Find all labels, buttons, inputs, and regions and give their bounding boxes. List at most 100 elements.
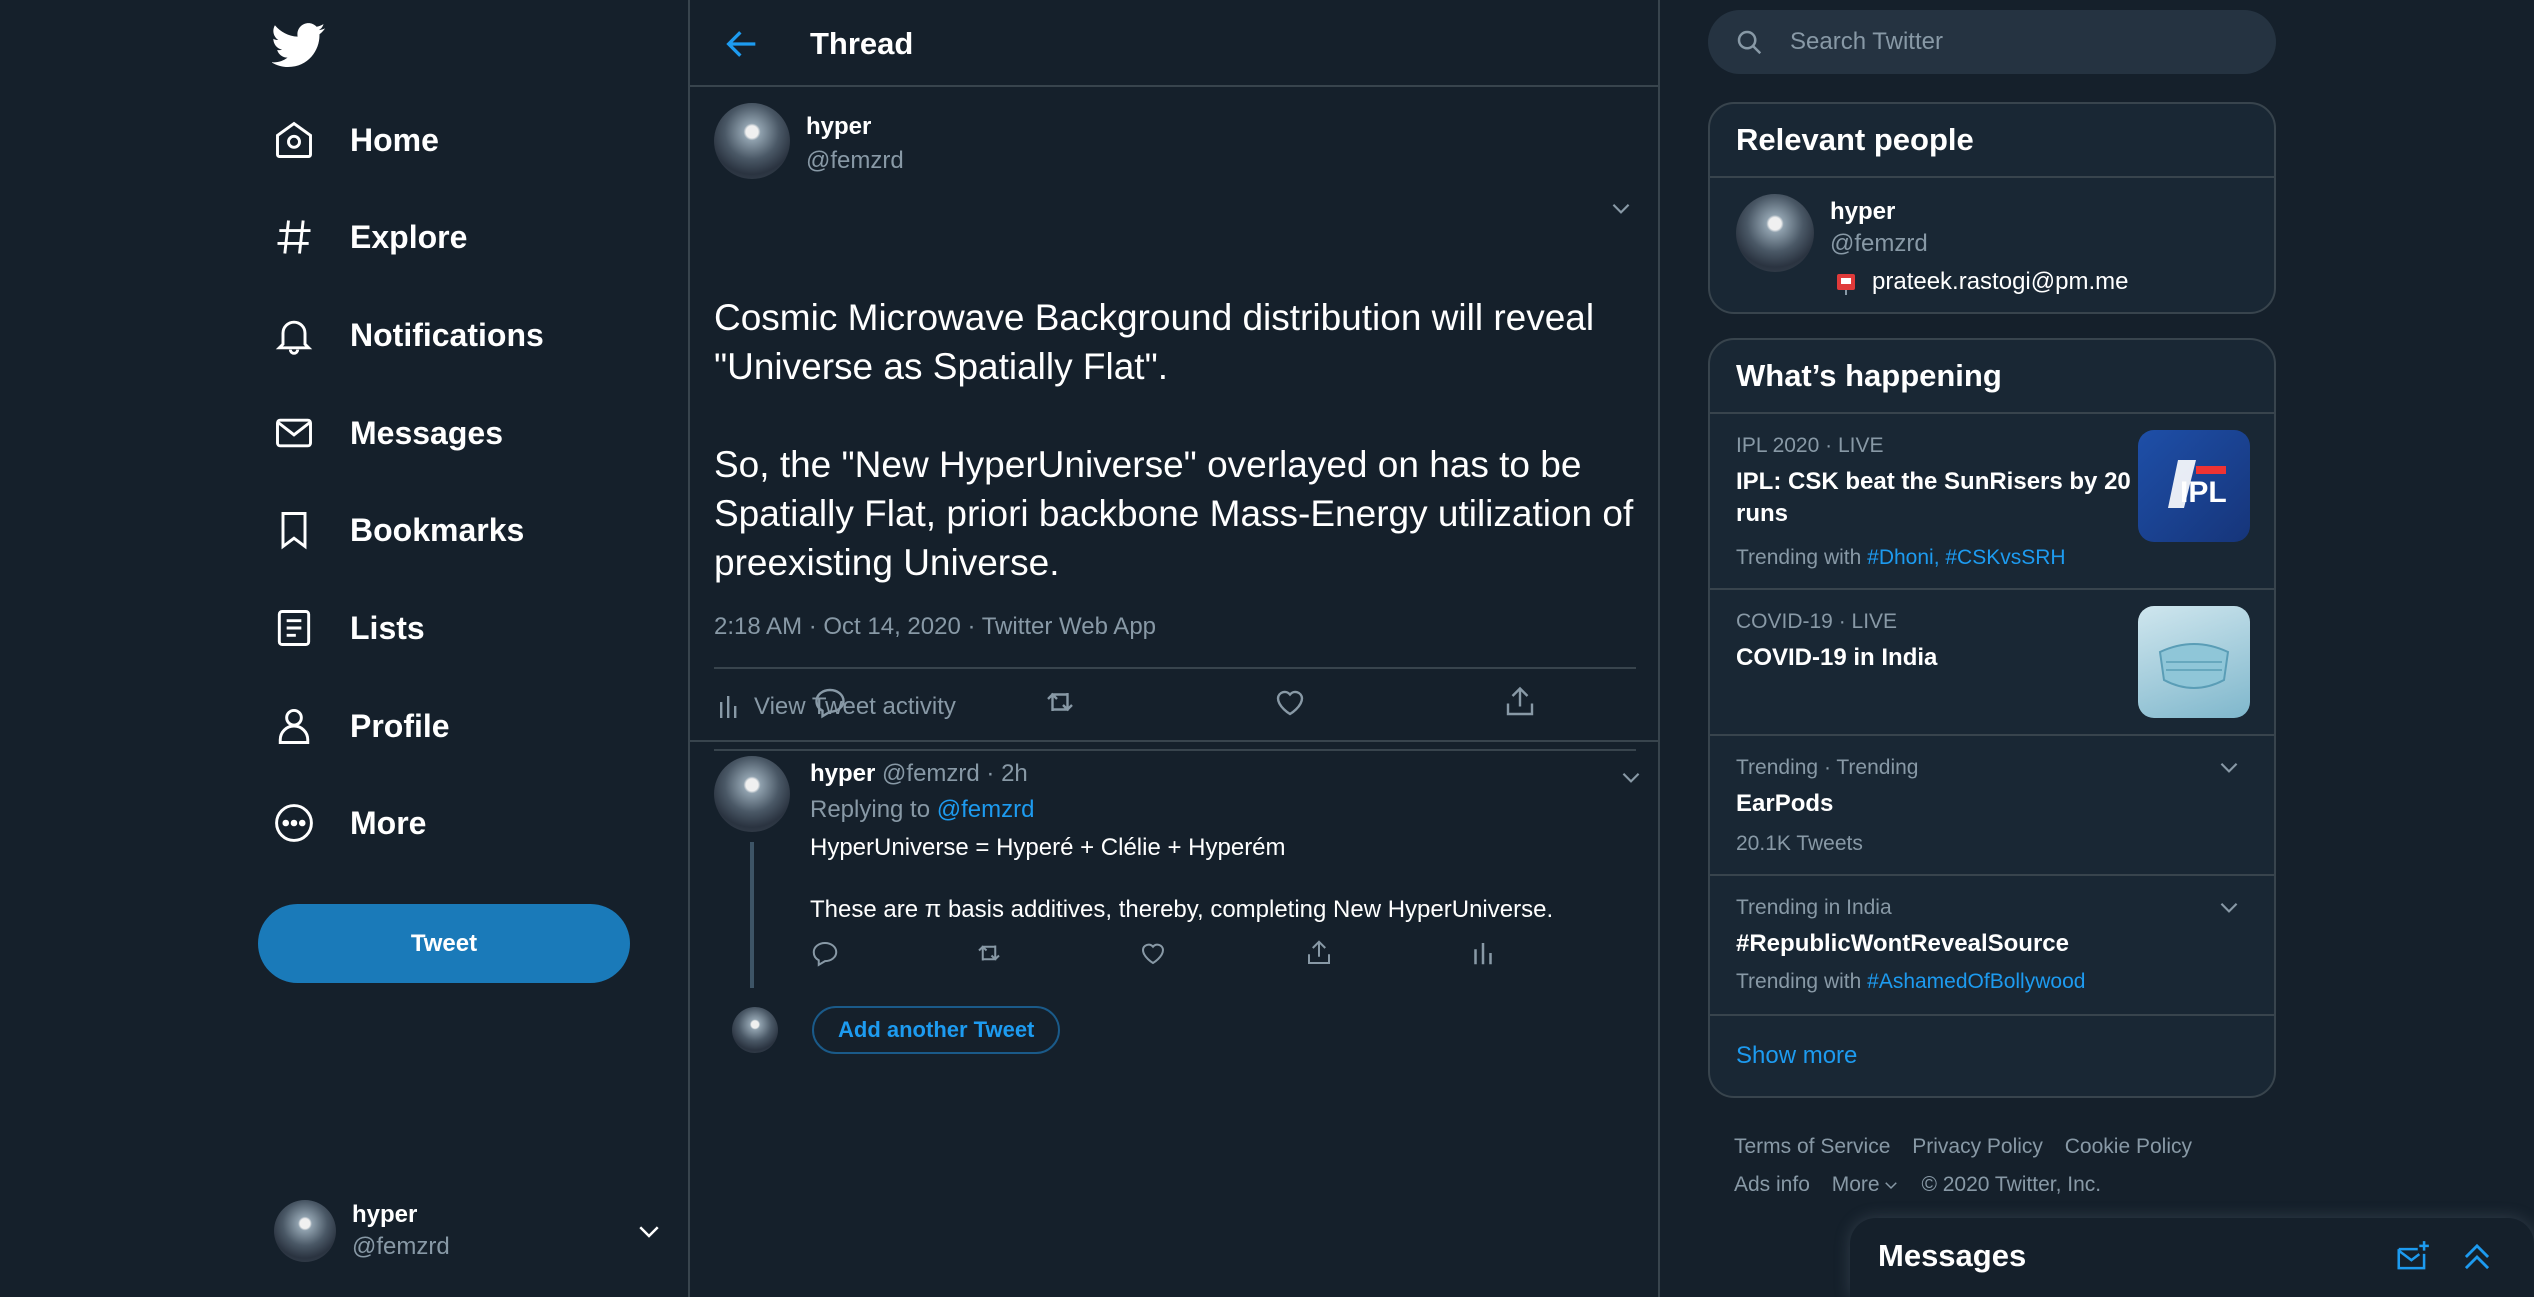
twitter-bird-logo-icon[interactable]	[272, 18, 326, 72]
nav-notifications[interactable]: Notifications	[272, 300, 544, 370]
trend-hashtags[interactable]: #Dhoni, #CSKvsSRH	[1867, 546, 2065, 569]
envelope-icon	[272, 411, 316, 455]
nav-home-label: Home	[350, 121, 439, 158]
avatar[interactable]	[714, 103, 790, 179]
avatar	[732, 1007, 778, 1053]
search-icon	[1734, 27, 1764, 57]
trend-title: COVID-19 in India	[1736, 644, 1938, 671]
reply-handle-time: @femzrd · 2h	[882, 760, 1028, 787]
chevron-down-icon[interactable]	[2216, 894, 2242, 920]
thread-connector-line	[750, 842, 754, 988]
nav-bookmarks-label: Bookmarks	[350, 511, 525, 548]
nav-profile[interactable]: Profile	[272, 691, 450, 761]
copyright: © 2020 Twitter, Inc.	[1921, 1173, 2102, 1196]
add-another-tweet-row: Add another Tweet	[732, 1006, 1061, 1054]
avatar[interactable]	[1736, 194, 1814, 272]
trend-subtitle: Trending with #AshamedOfBollywood	[1736, 970, 2085, 994]
add-another-tweet-button[interactable]: Add another Tweet	[812, 1006, 1061, 1054]
account-name: hyper	[352, 1201, 418, 1228]
reply-header: hyper @femzrd · 2h	[810, 760, 1028, 788]
svg-text:IPL: IPL	[2180, 476, 2227, 509]
trend-meta: IPL 2020 · LIVE	[1736, 434, 1884, 457]
tweet-author[interactable]: hyper @femzrd	[714, 103, 904, 179]
face-mask-thumbnail	[2138, 606, 2250, 718]
nav-bookmarks[interactable]: Bookmarks	[272, 495, 524, 565]
retweet-icon[interactable]	[1042, 684, 1078, 720]
trend-title: IPL: CSK beat the SunRisers by 20 runs	[1736, 468, 2131, 527]
retweet-icon[interactable]	[974, 938, 1004, 968]
trend-item[interactable]: Trending · Trending EarPods 20.1K Tweets	[1710, 736, 2274, 876]
terms-link[interactable]: Terms of Service	[1734, 1135, 1890, 1158]
back-arrow-icon[interactable]	[722, 24, 762, 64]
list-icon	[272, 606, 316, 650]
chevron-down-icon[interactable]	[1618, 764, 1644, 790]
trend-meta: COVID-19 · LIVE	[1736, 610, 1898, 633]
account-switcher[interactable]: hyper @femzrd	[274, 1196, 664, 1266]
author-name[interactable]: hyper	[806, 113, 904, 141]
chevron-up-icon[interactable]	[2458, 1238, 2496, 1276]
nav-more-label: More	[350, 804, 427, 841]
reply-actions	[810, 938, 1550, 972]
replying-to: Replying to @femzrd	[810, 796, 1034, 824]
nav-more[interactable]: More	[272, 788, 426, 858]
hashtag-icon	[272, 215, 316, 259]
like-icon[interactable]	[1138, 938, 1168, 968]
footer-links: Terms of Service Privacy Policy Cookie P…	[1734, 1128, 2294, 1204]
relevant-person-handle[interactable]: @femzrd	[1830, 230, 1928, 258]
nav-lists-label: Lists	[350, 609, 425, 646]
nav-profile-label: Profile	[350, 707, 450, 744]
whats-happening-title: What’s happening	[1710, 340, 2274, 414]
nav-messages-label: Messages	[350, 414, 503, 451]
more-link[interactable]: More	[1832, 1173, 1880, 1196]
search-input[interactable]: Search Twitter	[1790, 28, 1943, 56]
share-icon[interactable]	[1502, 684, 1538, 720]
trend-subtitle: 20.1K Tweets	[1736, 832, 1863, 855]
trend-sub-prefix: Trending with	[1736, 546, 1862, 569]
trend-hashtags[interactable]: #AshamedOfBollywood	[1867, 970, 2085, 993]
analytics-icon[interactable]	[1468, 938, 1498, 968]
reply-icon[interactable]	[810, 938, 840, 968]
relevant-people-title: Relevant people	[1710, 104, 2274, 178]
replying-to-prefix: Replying to	[810, 796, 931, 823]
relevant-person-name[interactable]: hyper	[1830, 198, 1895, 226]
person-icon	[272, 704, 316, 748]
divider	[714, 749, 1636, 751]
trend-item[interactable]: IPL 2020 · LIVE IPL: CSK beat the SunRis…	[1710, 414, 2274, 590]
search-bar[interactable]: Search Twitter	[1708, 10, 2276, 74]
avatar	[274, 1200, 336, 1262]
privacy-link[interactable]: Privacy Policy	[1912, 1135, 2043, 1158]
trend-item[interactable]: COVID-19 · LIVE COVID-19 in India	[1710, 590, 2274, 736]
messages-drawer-title[interactable]: Messages	[1878, 1238, 2026, 1274]
nav-home[interactable]: Home	[272, 105, 439, 175]
cookie-link[interactable]: Cookie Policy	[2065, 1135, 2192, 1158]
messages-drawer[interactable]: Messages	[1850, 1218, 2534, 1297]
divider	[714, 667, 1636, 669]
avatar[interactable]	[714, 756, 790, 832]
new-message-icon[interactable]	[2394, 1238, 2432, 1276]
page-title: Thread	[810, 26, 914, 61]
tweet-timestamp[interactable]: 2:18 AM · Oct 14, 2020 · Twitter Web App	[714, 613, 1156, 641]
chevron-down-icon[interactable]	[2216, 754, 2242, 780]
reply-icon[interactable]	[812, 684, 848, 720]
nav-lists[interactable]: Lists	[272, 593, 425, 663]
chevron-down-icon[interactable]	[1608, 195, 1634, 221]
bell-icon	[272, 313, 316, 357]
relevant-person-bio-text: prateek.rastogi@pm.me	[1872, 268, 2129, 295]
nav-explore-label: Explore	[350, 218, 468, 255]
ads-info-link[interactable]: Ads info	[1734, 1173, 1810, 1196]
nav-explore[interactable]: Explore	[272, 202, 467, 272]
trend-item[interactable]: Trending in India #RepublicWontRevealSou…	[1710, 876, 2274, 1016]
reply-author-name[interactable]: hyper	[810, 760, 875, 787]
ipl-thumbnail: IPL	[2138, 430, 2250, 542]
share-icon[interactable]	[1304, 938, 1334, 968]
account-handle: @femzrd	[352, 1233, 450, 1260]
show-more-link[interactable]: Show more	[1710, 1016, 2274, 1096]
tweet-button[interactable]: Tweet	[258, 904, 630, 983]
chevron-down-icon[interactable]	[1882, 1176, 1900, 1194]
nav-messages[interactable]: Messages	[272, 398, 503, 468]
like-icon[interactable]	[1272, 684, 1308, 720]
author-handle[interactable]: @femzrd	[806, 147, 904, 175]
more-circle-icon	[272, 801, 316, 845]
replying-to-link[interactable]: @femzrd	[937, 796, 1035, 823]
thread-column: Thread hyper @femzrd Cosmic Microwave Ba…	[688, 0, 1660, 1297]
